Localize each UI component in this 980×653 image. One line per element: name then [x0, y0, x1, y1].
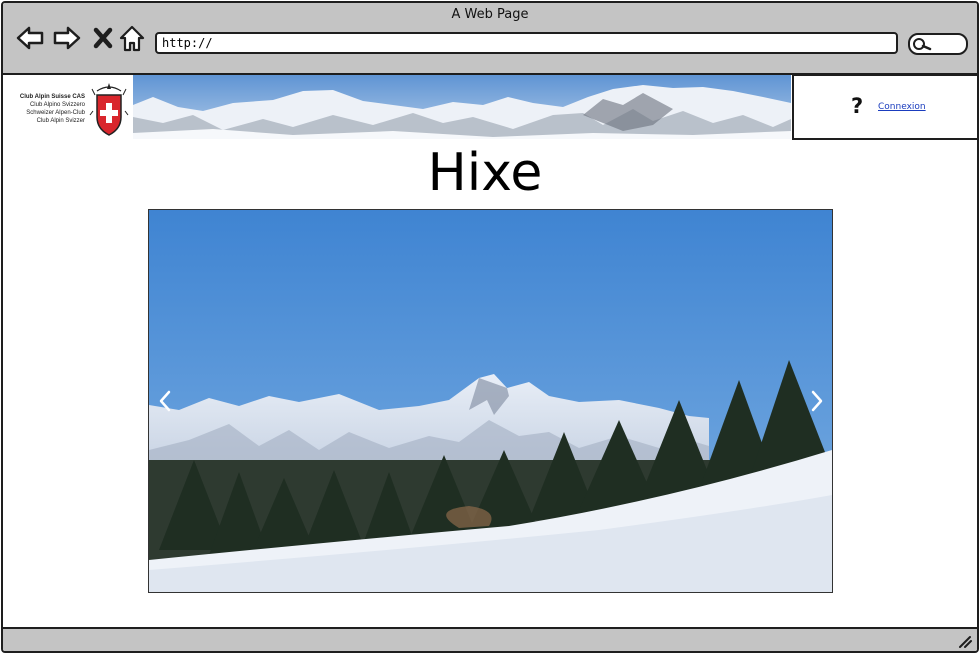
logo-line: Club Alpin Suisse CAS [19, 94, 85, 100]
home-icon[interactable] [117, 23, 147, 53]
help-icon[interactable]: ? [851, 94, 863, 118]
resize-grip-icon[interactable] [957, 634, 973, 648]
url-input[interactable]: http:// [155, 32, 898, 54]
status-bar [3, 627, 977, 651]
browser-window: A Web Page http:// Club Alpin Suisse CAS… [1, 1, 979, 653]
chevron-left-icon[interactable] [155, 388, 175, 414]
carousel-photo [149, 210, 832, 592]
swiss-cross-emblem-icon [89, 83, 129, 136]
search-icon [913, 38, 932, 51]
chevron-right-icon[interactable] [807, 388, 827, 414]
cas-logo[interactable]: Club Alpin Suisse CAS Club Alpino Svizze… [3, 75, 133, 139]
close-x-icon[interactable] [89, 23, 119, 53]
logo-line: Schweizer Alpen-Club [26, 110, 85, 116]
page-content: Club Alpin Suisse CAS Club Alpino Svizze… [3, 74, 977, 627]
back-arrow-icon[interactable] [15, 23, 45, 53]
search-field[interactable] [908, 33, 968, 55]
window-title: A Web Page [451, 7, 529, 22]
logo-line: Club Alpino Svizzero [29, 102, 85, 108]
logo-text: Club Alpin Suisse CAS Club Alpino Svizze… [9, 93, 85, 125]
logo-line: Club Alpin Svizzer [36, 118, 85, 124]
forward-arrow-icon[interactable] [52, 23, 82, 53]
browser-toolbar: A Web Page http:// [3, 3, 977, 75]
login-link[interactable]: Connexion [878, 102, 926, 112]
mountain-banner-image [133, 75, 791, 139]
page-title: Hixe [427, 143, 543, 203]
login-panel: ? Connexion [792, 74, 977, 140]
image-carousel[interactable] [148, 209, 833, 593]
